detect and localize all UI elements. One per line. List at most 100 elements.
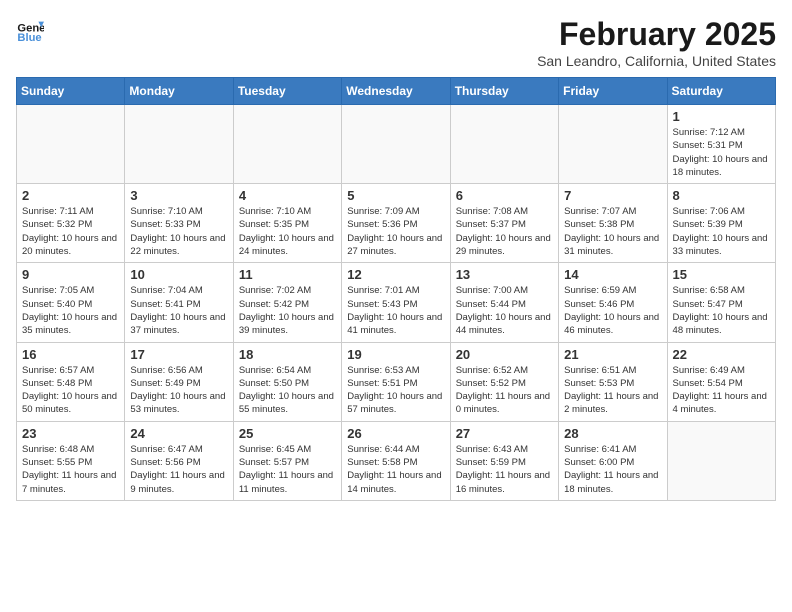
day-info: Sunrise: 6:47 AM Sunset: 5:56 PM Dayligh… xyxy=(130,443,227,496)
day-number: 17 xyxy=(130,347,227,362)
calendar-day-cell: 6Sunrise: 7:08 AM Sunset: 5:37 PM Daylig… xyxy=(450,184,558,263)
logo-icon: General Blue xyxy=(16,16,44,44)
calendar-day-cell: 5 Sunrise: 7:09 AM Sunset: 5:36 PM Daylig… xyxy=(342,184,450,263)
day-info: Sunrise: 7:10 AM Sunset: 5:33 PM Dayligh… xyxy=(130,205,227,258)
day-number: 7 xyxy=(564,188,661,203)
calendar-day-cell xyxy=(233,105,341,184)
day-number: 8 xyxy=(673,188,770,203)
calendar-day-cell: 28 Sunrise: 6:41 AM Sunset: 6:00 PM Dayli… xyxy=(559,421,667,500)
day-number: 16 xyxy=(22,347,119,362)
day-info: Sunrise: 6:57 AM Sunset: 5:48 PM Dayligh… xyxy=(22,364,119,417)
calendar-day-cell: 12Sunrise: 7:01 AM Sunset: 5:43 PM Dayli… xyxy=(342,263,450,342)
calendar-day-cell: 25 Sunrise: 6:45 AM Sunset: 5:57 PM Dayli… xyxy=(233,421,341,500)
day-number: 27 xyxy=(456,426,553,441)
day-info: Sunrise: 7:12 AM Sunset: 5:31 PM Dayligh… xyxy=(673,126,770,179)
day-number: 12 xyxy=(347,267,444,282)
calendar-day-cell: 21 Sunrise: 6:51 AM Sunset: 5:53 PM Dayli… xyxy=(559,342,667,421)
day-number: 6 xyxy=(456,188,553,203)
weekday-header-cell: Saturday xyxy=(667,78,775,105)
calendar-day-cell: 15 Sunrise: 6:58 AM Sunset: 5:47 PM Dayli… xyxy=(667,263,775,342)
day-number: 22 xyxy=(673,347,770,362)
day-info: Sunrise: 6:44 AM Sunset: 5:58 PM Dayligh… xyxy=(347,443,444,496)
calendar-day-cell xyxy=(667,421,775,500)
weekday-header-cell: Monday xyxy=(125,78,233,105)
day-info: Sunrise: 7:05 AM Sunset: 5:40 PM Dayligh… xyxy=(22,284,119,337)
calendar-day-cell: 1 Sunrise: 7:12 AM Sunset: 5:31 PM Daylig… xyxy=(667,105,775,184)
day-info: Sunrise: 6:54 AM Sunset: 5:50 PM Dayligh… xyxy=(239,364,336,417)
day-number: 24 xyxy=(130,426,227,441)
day-number: 26 xyxy=(347,426,444,441)
title-area: February 2025 San Leandro, California, U… xyxy=(537,16,776,69)
calendar-day-cell xyxy=(17,105,125,184)
weekday-header-cell: Wednesday xyxy=(342,78,450,105)
day-info: Sunrise: 6:59 AM Sunset: 5:46 PM Dayligh… xyxy=(564,284,661,337)
day-number: 21 xyxy=(564,347,661,362)
calendar-day-cell xyxy=(450,105,558,184)
day-number: 18 xyxy=(239,347,336,362)
calendar-day-cell: 4Sunrise: 7:10 AM Sunset: 5:35 PM Daylig… xyxy=(233,184,341,263)
day-number: 19 xyxy=(347,347,444,362)
day-number: 4 xyxy=(239,188,336,203)
day-info: Sunrise: 7:00 AM Sunset: 5:44 PM Dayligh… xyxy=(456,284,553,337)
calendar-day-cell xyxy=(342,105,450,184)
calendar-day-cell: 23Sunrise: 6:48 AM Sunset: 5:55 PM Dayli… xyxy=(17,421,125,500)
day-info: Sunrise: 6:53 AM Sunset: 5:51 PM Dayligh… xyxy=(347,364,444,417)
calendar-day-cell: 3 Sunrise: 7:10 AM Sunset: 5:33 PM Daylig… xyxy=(125,184,233,263)
day-info: Sunrise: 7:09 AM Sunset: 5:36 PM Dayligh… xyxy=(347,205,444,258)
day-info: Sunrise: 6:56 AM Sunset: 5:49 PM Dayligh… xyxy=(130,364,227,417)
day-info: Sunrise: 6:52 AM Sunset: 5:52 PM Dayligh… xyxy=(456,364,553,417)
day-info: Sunrise: 7:04 AM Sunset: 5:41 PM Dayligh… xyxy=(130,284,227,337)
day-number: 11 xyxy=(239,267,336,282)
day-number: 2 xyxy=(22,188,119,203)
weekday-header-cell: Sunday xyxy=(17,78,125,105)
calendar-day-cell: 24 Sunrise: 6:47 AM Sunset: 5:56 PM Dayli… xyxy=(125,421,233,500)
calendar-day-cell: 2Sunrise: 7:11 AM Sunset: 5:32 PM Daylig… xyxy=(17,184,125,263)
calendar-day-cell xyxy=(125,105,233,184)
day-number: 1 xyxy=(673,109,770,124)
day-info: Sunrise: 6:49 AM Sunset: 5:54 PM Dayligh… xyxy=(673,364,770,417)
calendar-day-cell: 10 Sunrise: 7:04 AM Sunset: 5:41 PM Dayli… xyxy=(125,263,233,342)
day-number: 5 xyxy=(347,188,444,203)
day-number: 14 xyxy=(564,267,661,282)
day-info: Sunrise: 6:58 AM Sunset: 5:47 PM Dayligh… xyxy=(673,284,770,337)
day-number: 20 xyxy=(456,347,553,362)
calendar-week-row: 2Sunrise: 7:11 AM Sunset: 5:32 PM Daylig… xyxy=(17,184,776,263)
calendar-week-row: 23Sunrise: 6:48 AM Sunset: 5:55 PM Dayli… xyxy=(17,421,776,500)
calendar-day-cell: 17 Sunrise: 6:56 AM Sunset: 5:49 PM Dayli… xyxy=(125,342,233,421)
day-info: Sunrise: 6:43 AM Sunset: 5:59 PM Dayligh… xyxy=(456,443,553,496)
day-number: 3 xyxy=(130,188,227,203)
day-info: Sunrise: 7:07 AM Sunset: 5:38 PM Dayligh… xyxy=(564,205,661,258)
calendar-day-cell: 14 Sunrise: 6:59 AM Sunset: 5:46 PM Dayli… xyxy=(559,263,667,342)
calendar-week-row: 1 Sunrise: 7:12 AM Sunset: 5:31 PM Daylig… xyxy=(17,105,776,184)
day-number: 10 xyxy=(130,267,227,282)
day-info: Sunrise: 6:45 AM Sunset: 5:57 PM Dayligh… xyxy=(239,443,336,496)
day-info: Sunrise: 6:41 AM Sunset: 6:00 PM Dayligh… xyxy=(564,443,661,496)
weekday-header-cell: Thursday xyxy=(450,78,558,105)
day-number: 28 xyxy=(564,426,661,441)
month-title: February 2025 xyxy=(537,16,776,53)
calendar-day-cell: 11 Sunrise: 7:02 AM Sunset: 5:42 PM Dayli… xyxy=(233,263,341,342)
calendar-day-cell: 27 Sunrise: 6:43 AM Sunset: 5:59 PM Dayli… xyxy=(450,421,558,500)
calendar-day-cell: 9Sunrise: 7:05 AM Sunset: 5:40 PM Daylig… xyxy=(17,263,125,342)
weekday-header-cell: Friday xyxy=(559,78,667,105)
day-info: Sunrise: 6:51 AM Sunset: 5:53 PM Dayligh… xyxy=(564,364,661,417)
day-info: Sunrise: 6:48 AM Sunset: 5:55 PM Dayligh… xyxy=(22,443,119,496)
location-title: San Leandro, California, United States xyxy=(537,53,776,69)
day-info: Sunrise: 7:02 AM Sunset: 5:42 PM Dayligh… xyxy=(239,284,336,337)
calendar-week-row: 9Sunrise: 7:05 AM Sunset: 5:40 PM Daylig… xyxy=(17,263,776,342)
day-number: 25 xyxy=(239,426,336,441)
calendar-week-row: 16 Sunrise: 6:57 AM Sunset: 5:48 PM Dayli… xyxy=(17,342,776,421)
day-number: 15 xyxy=(673,267,770,282)
logo: General Blue xyxy=(16,16,44,44)
svg-text:Blue: Blue xyxy=(17,32,41,44)
calendar-day-cell: 16 Sunrise: 6:57 AM Sunset: 5:48 PM Dayli… xyxy=(17,342,125,421)
calendar-day-cell xyxy=(559,105,667,184)
calendar-day-cell: 7 Sunrise: 7:07 AM Sunset: 5:38 PM Daylig… xyxy=(559,184,667,263)
weekday-header-cell: Tuesday xyxy=(233,78,341,105)
calendar-day-cell: 26 Sunrise: 6:44 AM Sunset: 5:58 PM Dayli… xyxy=(342,421,450,500)
calendar-day-cell: 22 Sunrise: 6:49 AM Sunset: 5:54 PM Dayli… xyxy=(667,342,775,421)
page-header: General Blue February 2025 San Leandro, … xyxy=(16,16,776,69)
day-number: 13 xyxy=(456,267,553,282)
calendar-day-cell: 8Sunrise: 7:06 AM Sunset: 5:39 PM Daylig… xyxy=(667,184,775,263)
calendar-body: 1 Sunrise: 7:12 AM Sunset: 5:31 PM Daylig… xyxy=(17,105,776,501)
